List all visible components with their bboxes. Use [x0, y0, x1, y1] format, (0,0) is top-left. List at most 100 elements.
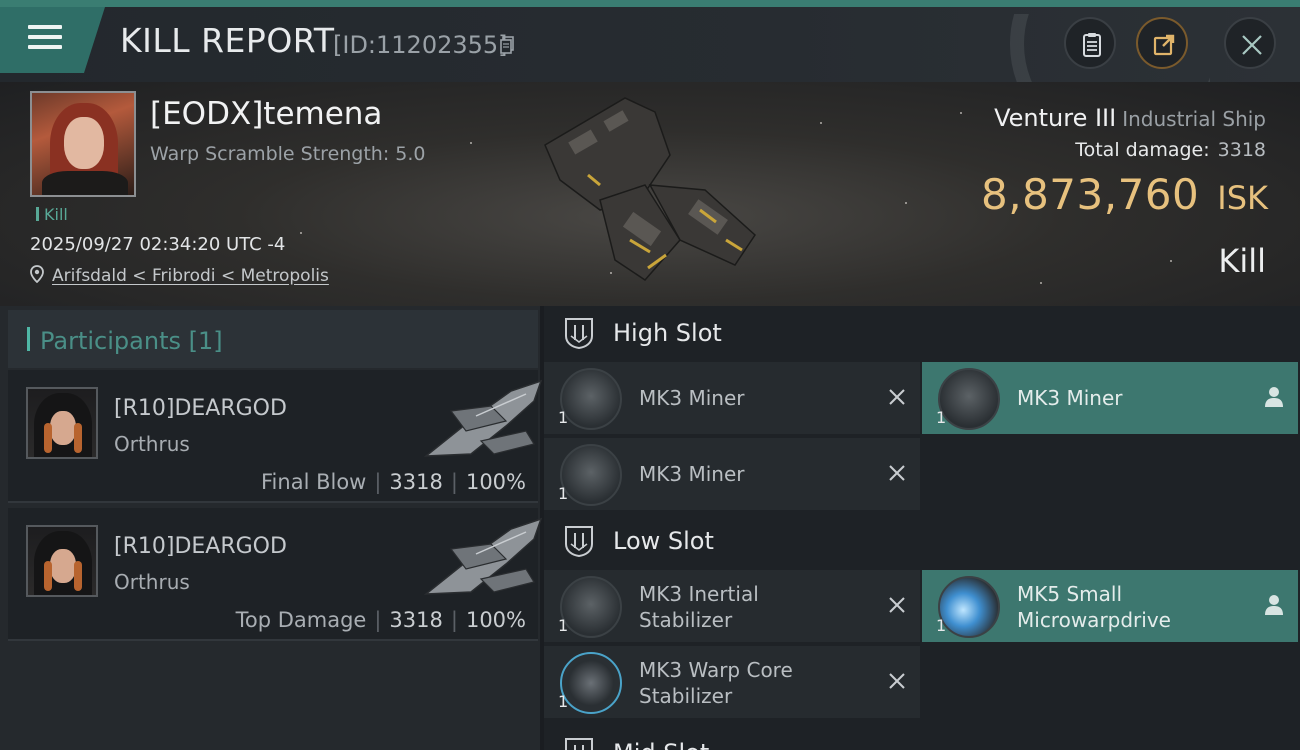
kill-id: [ID:11202355]: [333, 31, 508, 59]
module-name-line1: MK5 Small: [1017, 582, 1122, 606]
hamburger-menu-icon: [28, 25, 62, 29]
total-damage-value: 3318: [1217, 139, 1266, 161]
participant-ship-image: [423, 379, 543, 457]
clipboard-button[interactable]: [1064, 17, 1116, 69]
total-damage-label: Total damage:: [1075, 139, 1210, 161]
user-icon: [1265, 595, 1283, 615]
location-pin-icon: [30, 265, 44, 283]
module-name-line2: Stabilizer: [639, 684, 733, 708]
participant-name: [R10]DEARGOD: [114, 396, 287, 421]
module-quantity: 1: [558, 616, 569, 635]
page-title: KILL REPORT: [120, 21, 335, 60]
module-item[interactable]: 1 MK5 Small Microwarpdrive: [922, 570, 1298, 642]
module-name-line2: Microwarpdrive: [1017, 608, 1171, 632]
warp-core-stabilizer-icon: [560, 652, 622, 714]
participant-role: Final Blow: [261, 470, 367, 494]
module-quantity: 1: [936, 616, 947, 635]
miner-module-icon: [938, 368, 1000, 430]
header-bar: KILL REPORT [ID:11202355]: [0, 7, 1300, 89]
victim-ship-class: Industrial Ship: [1122, 107, 1266, 131]
module-name: MK5 Small Microwarpdrive: [1017, 581, 1171, 633]
hamburger-menu-icon-bar: [28, 35, 62, 39]
high-slot-icon: [565, 318, 593, 350]
victim-ship-image[interactable]: [530, 90, 770, 300]
x-icon: [889, 597, 905, 613]
participants-accent: [27, 327, 30, 351]
close-button[interactable]: [1224, 17, 1276, 69]
participant-stats: Final Blow | 3318 | 100%: [261, 470, 526, 494]
share-icon: [1153, 34, 1175, 56]
module-item[interactable]: 1 MK3 Miner: [922, 362, 1298, 434]
mid-slot-title: Mid Slot: [613, 739, 709, 750]
module-item[interactable]: 1 MK3 Miner: [544, 362, 920, 434]
module-name-line2: Stabilizer: [639, 608, 733, 632]
participant-role: Top Damage: [235, 608, 367, 632]
miner-module-icon: [560, 444, 622, 506]
participant-percent: 100%: [465, 470, 526, 494]
module-name: MK3 Miner: [1017, 386, 1123, 410]
mid-slot-icon: [565, 738, 593, 750]
avatar-face: [50, 411, 76, 445]
low-slot-icon: [565, 526, 593, 558]
participant-ship: Orthrus: [114, 432, 190, 456]
inertial-stabilizer-icon: [560, 576, 622, 638]
clipboard-icon: [1083, 33, 1101, 57]
participant-percent: 100%: [465, 608, 526, 632]
separator: |: [374, 608, 382, 632]
miner-module-icon: [560, 368, 622, 430]
participant-avatar[interactable]: [26, 525, 98, 597]
share-button[interactable]: [1136, 17, 1188, 69]
high-slot-title: High Slot: [613, 319, 722, 347]
close-icon: [1242, 35, 1262, 55]
x-icon: [889, 389, 905, 405]
participant-ship: Orthrus: [114, 570, 190, 594]
avatar-hair: [44, 423, 52, 453]
victim-avatar[interactable]: [30, 91, 136, 197]
avatar-face: [64, 117, 104, 169]
warp-scramble-strength: Warp Scramble Strength: 5.0: [150, 143, 426, 165]
module-item[interactable]: 1 MK3 Miner: [544, 438, 920, 510]
avatar-coat: [42, 171, 128, 195]
high-slot-header: High Slot: [544, 306, 1300, 361]
menu-button[interactable]: [0, 7, 105, 73]
participant-row[interactable]: [R10]DEARGOD Orthrus Top Damage | 3318 | 100…: [8, 508, 543, 641]
module-name: MK3 Inertial Stabilizer: [639, 581, 759, 633]
avatar-hair: [74, 561, 82, 591]
participant-damage: 3318: [389, 470, 443, 494]
participant-row[interactable]: [R10]DEARGOD Orthrus Final Blow | 3318 | 100…: [8, 370, 543, 503]
module-name-line1: MK3 Inertial: [639, 582, 759, 606]
participants-title: Participants [1]: [40, 327, 223, 355]
location-link[interactable]: Arifsdald < Fribrodi < Metropolis: [52, 266, 329, 286]
mid-slot-header: Mid Slot: [544, 726, 1300, 750]
module-quantity: 1: [558, 408, 569, 427]
avatar-face: [50, 549, 76, 583]
participant-avatar[interactable]: [26, 387, 98, 459]
module-name: MK3 Miner: [639, 386, 745, 410]
module-item[interactable]: 1 MK3 Warp Core Stabilizer: [544, 646, 920, 718]
top-accent-line: [0, 0, 1300, 7]
copy-icon[interactable]: [500, 36, 514, 54]
participant-name: [R10]DEARGOD: [114, 534, 287, 559]
avatar-hair: [44, 561, 52, 591]
kill-location[interactable]: Arifsdald < Fribrodi < Metropolis: [30, 265, 329, 286]
victim-name[interactable]: [EODX]temena: [150, 96, 382, 132]
participant-ship-image: [423, 517, 543, 595]
module-quantity: 1: [558, 692, 569, 711]
module-item[interactable]: 1 MK3 Inertial Stabilizer: [544, 570, 920, 642]
kill-timestamp: 2025/09/27 02:34:20 UTC -4: [30, 234, 286, 255]
participant-stats: Top Damage | 3318 | 100%: [236, 608, 526, 632]
microwarpdrive-icon: [938, 576, 1000, 638]
participants-panel: Participants [1] [R10]DEARGOD Orthrus Fi…: [0, 306, 543, 750]
victim-ship-name[interactable]: Venture III: [994, 104, 1116, 132]
victim-banner: [EODX]temena Warp Scramble Strength: 5.0…: [0, 82, 1300, 306]
participant-damage: 3318: [389, 608, 443, 632]
isk-value: 8,873,760: [981, 170, 1200, 219]
avatar-hair: [74, 423, 82, 453]
x-icon: [889, 465, 905, 481]
outcome-label: Kill: [1218, 242, 1266, 280]
victim-ship-info: Venture III Industrial Ship: [994, 104, 1266, 132]
kill-tag: Kill: [36, 205, 68, 224]
fitting-panel: High Slot 1 MK3 Miner 1 MK3 Miner 1 MK3 …: [544, 306, 1300, 750]
low-slot-title: Low Slot: [613, 527, 714, 555]
hamburger-menu-icon-bar: [28, 45, 62, 49]
